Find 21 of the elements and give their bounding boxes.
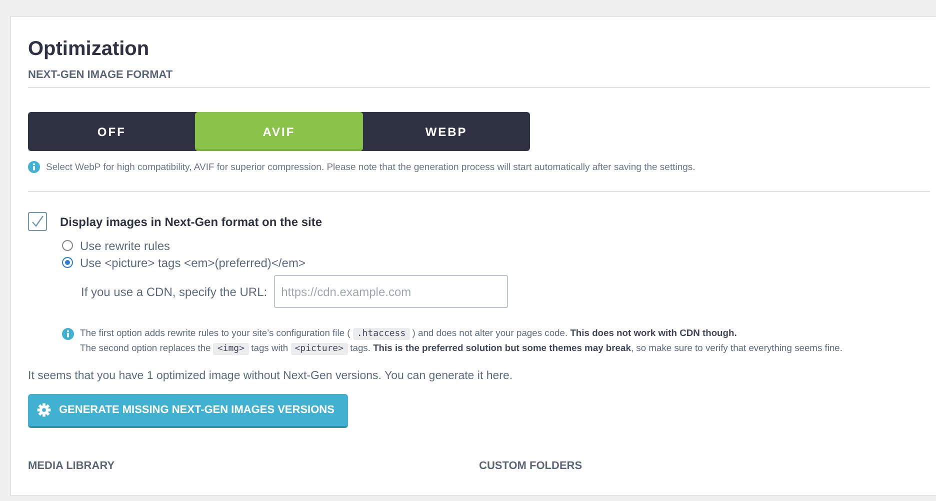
- format-tab[interactable]: OFF: [28, 112, 196, 151]
- section-heading: MEDIA LIBRARY: [28, 460, 116, 472]
- radio-button[interactable]: [62, 257, 73, 268]
- info-icon: [62, 328, 74, 340]
- info-icon: [28, 161, 40, 173]
- checkbox-label: Display images in Next-Gen format on the site: [60, 214, 322, 228]
- hint-text: Select WebP for high compatibility, AVIF for superior compression. Please note that the generation process will start automatically after saving the settings.: [46, 162, 696, 172]
- checkbox[interactable]: [28, 212, 47, 231]
- format-tab[interactable]: WEBP: [362, 112, 530, 151]
- cdn-url-field[interactable]: https://cdn.example.com: [274, 275, 508, 308]
- radio-button[interactable]: [62, 240, 73, 251]
- page-title: Optimization: [28, 37, 150, 61]
- section-heading: CUSTOM FOLDERS: [479, 460, 584, 472]
- section-heading: NEXT-GEN IMAGE FORMAT: [28, 69, 930, 88]
- radio-label: Use <picture> tags <em>(preferred)</em>: [80, 256, 306, 270]
- cdn-label: If you use a CDN, specify the URL:: [81, 284, 268, 298]
- radio-label: Use rewrite rules: [80, 238, 170, 252]
- status-message: It seems that you have 1 optimized image without Next-Gen versions. You can generate it here.: [28, 370, 514, 382]
- note-text: The second option replaces the <img> tags with <picture> tags. This is the preferred solution but some themes may break, so make sure to verify that everything seems fine.: [80, 341, 843, 356]
- gear-icon: [37, 403, 51, 417]
- note-text: The first option adds rewrite rules to your site’s configuration file ( .htaccess ) and does not alter your pages code. This does not work with CDN though.: [80, 326, 738, 341]
